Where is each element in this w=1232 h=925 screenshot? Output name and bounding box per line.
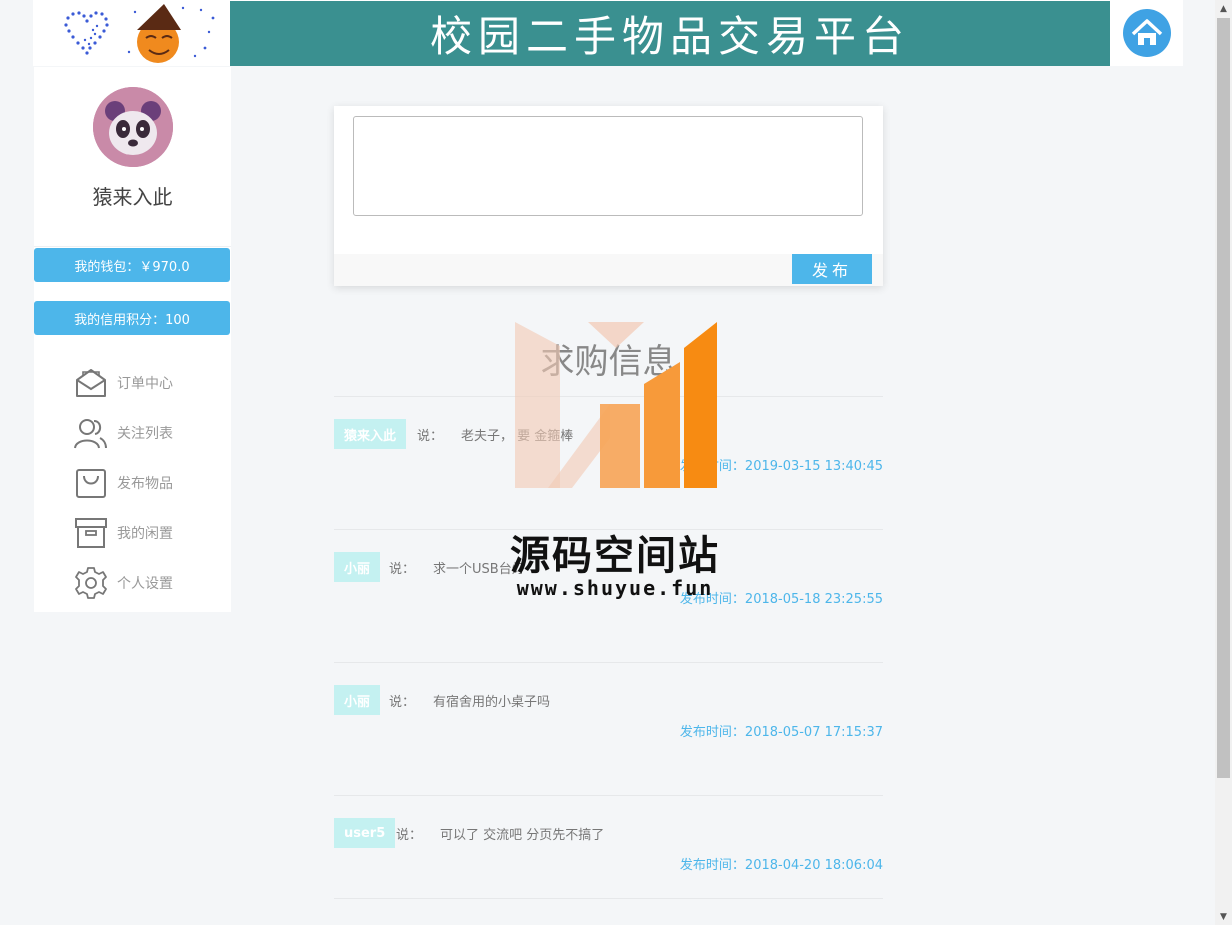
post-card: 发布 — [334, 106, 883, 286]
sidebar-item-orders[interactable]: 订单中心 — [74, 358, 224, 408]
request-say-label: 说： — [396, 827, 423, 843]
section-title: 求购信息 — [540, 342, 677, 382]
request-content: 求一个USB台灯 — [433, 561, 525, 577]
avatar[interactable] — [92, 87, 173, 167]
request-say-label: 说： — [389, 561, 416, 577]
home-button[interactable] — [1110, 0, 1183, 66]
publish-button[interactable]: 发布 — [792, 254, 872, 284]
list-item: 小丽 说： 有宿舍用的小桌子吗 发布时间：2018-05-07 17:15:37 — [334, 662, 883, 795]
sidebar-item-label: 发布物品 — [117, 476, 173, 492]
sidebar-item-follows[interactable]: 关注列表 — [74, 408, 224, 458]
divider — [334, 898, 883, 899]
list-item: user5 说： 可以了 交流吧 分页先不搞了 发布时间：2018-04-20 … — [334, 795, 883, 925]
request-time: 发布时间：2018-04-20 18:06:04 — [679, 858, 883, 873]
scrollbar[interactable]: ▲ ▼ — [1215, 0, 1232, 925]
request-text: 说： 求一个USB台灯 — [389, 552, 525, 582]
credit-button[interactable]: 我的信用积分：100 — [34, 301, 230, 335]
home-icon — [1122, 9, 1171, 57]
username: 猿来入此 — [92, 185, 173, 209]
header: 校园二手物品交易平台 — [33, 0, 1183, 66]
sidebar-item-idle[interactable]: 我的闲置 — [74, 508, 224, 558]
sidebar-item-label: 我的闲置 — [117, 526, 173, 542]
request-text: 说： 可以了 交流吧 分页先不搞了 — [396, 818, 604, 848]
request-user-tag[interactable]: 小丽 — [334, 685, 381, 715]
title-banner: 校园二手物品交易平台 — [230, 1, 1110, 66]
envelope-icon — [76, 369, 106, 397]
site-title: 校园二手物品交易平台 — [429, 12, 910, 61]
sidebar-item-settings[interactable]: 个人设置 — [74, 558, 224, 608]
bag-icon — [76, 469, 106, 498]
gear-icon — [75, 567, 107, 599]
request-content: 可以了 交流吧 分页先不搞了 — [440, 827, 605, 843]
sidebar-item-label: 订单中心 — [117, 376, 173, 392]
list-item: 小丽 说： 求一个USB台灯 发布时间：2018-05-18 23:25:55 — [334, 529, 883, 662]
request-content: 有宿舍用的小桌子吗 — [433, 694, 551, 710]
logo — [33, 0, 230, 66]
request-say-label: 说： — [389, 694, 416, 710]
profile-card: 猿来入此 — [34, 87, 231, 247]
sidebar-item-label: 个人设置 — [117, 576, 173, 592]
request-say-label: 说： — [417, 428, 444, 444]
request-content: 老夫子， 要 金箍棒 — [461, 428, 574, 444]
post-footer: 发布 — [334, 254, 883, 286]
wallet-button[interactable]: 我的钱包：￥970.0 — [34, 248, 230, 282]
scroll-thumb[interactable] — [1217, 18, 1230, 778]
scroll-up-icon[interactable]: ▲ — [1215, 0, 1232, 17]
sidebar-item-publish[interactable]: 发布物品 — [74, 458, 224, 508]
request-text: 说： 有宿舍用的小桌子吗 — [389, 685, 550, 715]
request-user-tag[interactable]: 小丽 — [334, 552, 381, 582]
post-textarea[interactable] — [353, 116, 863, 216]
request-user-tag[interactable]: user5 — [334, 818, 396, 848]
sidebar-menu: 订单中心 关注列表 发布物品 我的闲置 个人设置 — [74, 358, 224, 608]
scroll-down-icon[interactable]: ▼ — [1215, 908, 1232, 925]
sidebar: 猿来入此 我的钱包：￥970.0 我的信用积分：100 订单中心 关注列表 发布… — [34, 67, 231, 612]
request-text: 说： 老夫子， 要 金箍棒 — [417, 419, 573, 449]
heart-pumpkin-logo-icon — [64, 4, 215, 63]
archive-icon — [75, 518, 107, 548]
request-time: 发布时间：2018-05-18 23:25:55 — [679, 592, 883, 607]
request-time: 发布时间：2018-05-07 17:15:37 — [679, 725, 883, 740]
request-user-tag[interactable]: 猿来入此 — [334, 419, 407, 449]
sidebar-item-label: 关注列表 — [117, 426, 173, 442]
panda-avatar-icon — [92, 87, 173, 167]
users-icon — [74, 419, 107, 449]
list-item: 猿来入此 说： 老夫子， 要 金箍棒 发布时间：2019-03-15 13:40… — [334, 396, 883, 529]
request-time: 发布时间：2019-03-15 13:40:45 — [679, 459, 883, 474]
